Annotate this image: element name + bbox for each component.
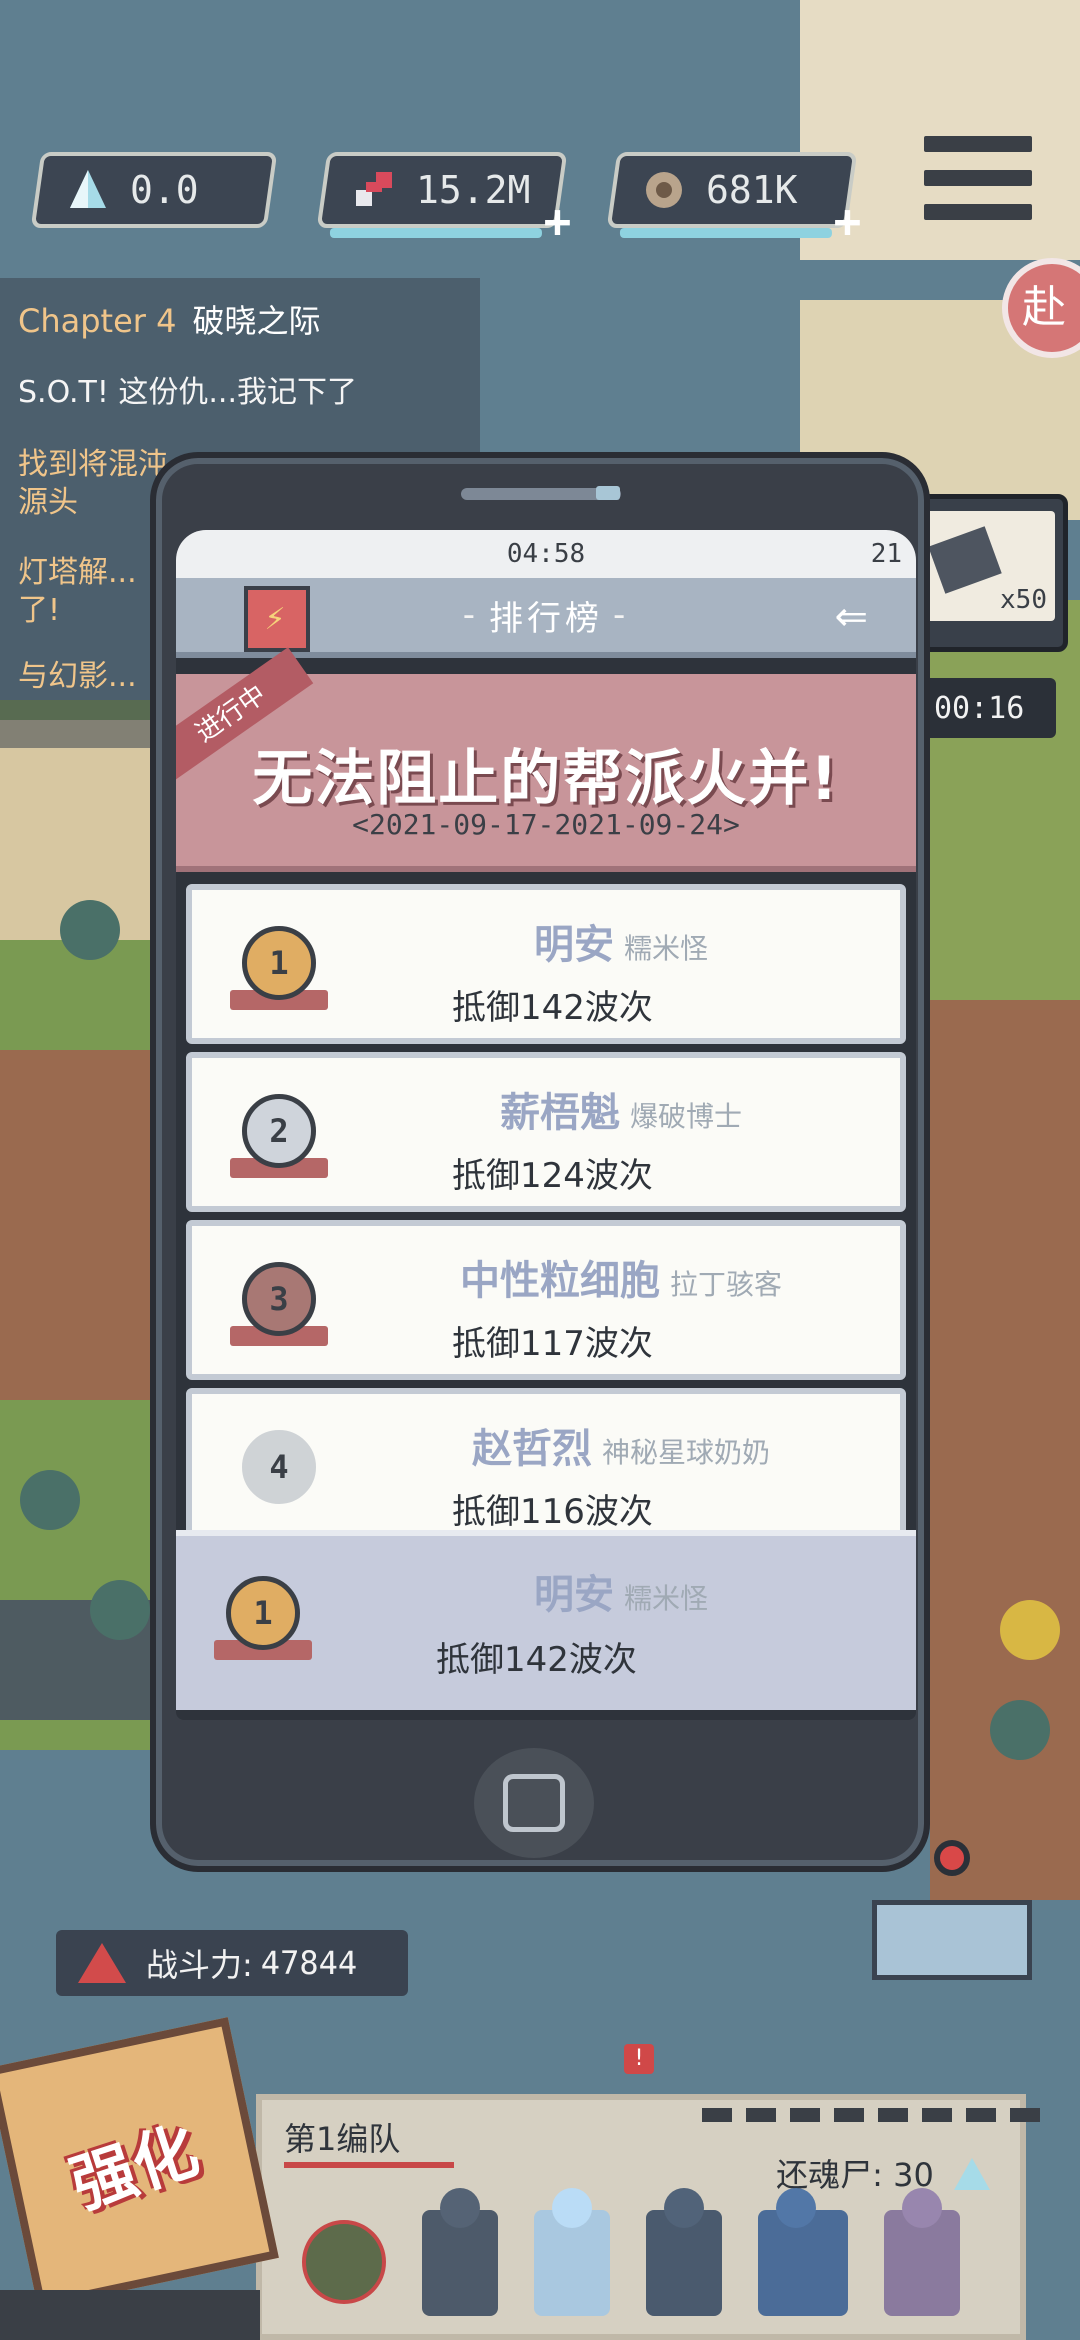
player-name: 中性粒细胞 xyxy=(459,1258,660,1304)
crystal-icon xyxy=(954,2158,990,2190)
zombie-unit[interactable] xyxy=(422,2210,498,2316)
phone-camera xyxy=(596,486,620,500)
menu-icon[interactable] xyxy=(918,128,1038,228)
timer-value: 00:16 xyxy=(934,690,1025,726)
warning-icon xyxy=(78,1943,126,1983)
squad-page-indicator xyxy=(702,2108,1040,2122)
combat-power-value: 47844 xyxy=(260,1944,358,1982)
phone-screen: 04:58 21 ⚡ - 排行榜 - ⇐ 进行中 无法阻止的帮派火并! <202… xyxy=(176,530,916,1720)
crystal-value: 0.0 xyxy=(130,168,199,212)
upgrade-button[interactable]: 强化 xyxy=(0,2017,279,2309)
player-name-line: 薪梧魁 爆破博士 xyxy=(192,1080,900,1138)
dna-bar xyxy=(329,228,542,238)
scrap-counter[interactable]: 681K + xyxy=(606,152,862,248)
player-name-line: 明安 糯米怪 xyxy=(192,912,900,970)
dna-icon xyxy=(348,164,400,216)
dna-value: 15.2M xyxy=(416,168,531,212)
upgrade-label: 强化 xyxy=(62,2113,208,2224)
lightning-icon: ⚡ xyxy=(244,586,310,652)
event-title: 无法阻止的帮派火并! xyxy=(252,744,840,814)
chapter-heading: Chapter 4 破晓之际 xyxy=(18,296,320,342)
tree-icon xyxy=(90,1580,150,1640)
phone-home-button[interactable] xyxy=(474,1748,594,1858)
player-title: 拉丁骇客 xyxy=(669,1268,782,1301)
gift-quantity: x50 xyxy=(1000,585,1047,615)
chapter-number: Chapter 4 xyxy=(18,302,177,340)
player-name-line: 赵哲烈 神秘星球奶奶 xyxy=(192,1416,900,1474)
player-name-line: 中性粒细胞 拉丁骇客 xyxy=(192,1248,900,1306)
dna-counter[interactable]: 15.2M + xyxy=(316,152,572,248)
player-title: 糯米怪 xyxy=(623,1582,708,1615)
leaderboard-header: ⚡ - 排行榜 - ⇐ xyxy=(176,578,916,658)
player-score: 抵御117波次 xyxy=(452,1324,653,1364)
player-name: 明安 xyxy=(533,1572,614,1618)
page-title: 排行榜 xyxy=(489,598,603,639)
quest-item[interactable]: 灯塔解... 了! xyxy=(18,554,137,630)
zombie-unit[interactable] xyxy=(646,2210,722,2316)
my-ranking-row: 1 明安 糯米怪 抵御142波次 xyxy=(176,1530,916,1710)
scrap-bar xyxy=(619,228,832,238)
squad-name[interactable]: 第1编队 xyxy=(284,2114,455,2168)
tree-icon xyxy=(60,900,120,960)
ranking-row[interactable]: 1 明安 糯米怪 抵御142波次 xyxy=(186,884,906,1044)
item-bag-icon xyxy=(928,526,1002,594)
player-score: 抵御142波次 xyxy=(436,1640,637,1680)
back-icon[interactable]: ⇐ xyxy=(834,594,872,640)
add-dna-button[interactable]: + xyxy=(544,194,572,248)
map-icon xyxy=(872,1900,1032,1980)
ranking-list[interactable]: 1 明安 糯米怪 抵御142波次 2 薪梧魁 爆破博士 抵御124波次 3 中性粒细… xyxy=(186,884,906,1556)
player-title: 神秘星球奶奶 xyxy=(601,1436,770,1469)
player-score: 抵御124波次 xyxy=(452,1156,653,1196)
player-name: 薪梧魁 xyxy=(499,1090,620,1136)
tree-icon xyxy=(990,1700,1050,1760)
squad-leader-portrait[interactable] xyxy=(302,2220,386,2304)
crystal-counter[interactable]: 0.0 xyxy=(30,152,278,228)
zombie-unit[interactable] xyxy=(884,2210,960,2316)
squad-panel[interactable]: 第1编队 还魂尸: 30 xyxy=(256,2094,1040,2340)
squad-members[interactable] xyxy=(302,2210,960,2316)
player-title: 爆破博士 xyxy=(629,1100,742,1133)
player-name-line: 明安 糯米怪 xyxy=(176,1562,916,1620)
player-score: 抵御142波次 xyxy=(452,988,653,1028)
event-date: <2021-09-17-2021-09-24> xyxy=(352,808,740,841)
player-name: 明安 xyxy=(533,922,614,968)
crystal-icon xyxy=(62,164,114,216)
status-bar: 04:58 21 xyxy=(176,530,916,578)
tree-icon xyxy=(20,1470,80,1530)
ranking-row[interactable]: 2 薪梧魁 爆破博士 抵御124波次 xyxy=(186,1052,906,1212)
quest-item[interactable]: 与幻影... xyxy=(18,658,137,696)
zombie-unit[interactable] xyxy=(534,2210,610,2316)
ranking-row[interactable]: 3 中性粒细胞 拉丁骇客 抵御117波次 xyxy=(186,1220,906,1380)
add-scrap-button[interactable]: + xyxy=(834,194,862,248)
phone-frame: 04:58 21 ⚡ - 排行榜 - ⇐ 进行中 无法阻止的帮派火并! <202… xyxy=(150,452,930,1872)
tree-icon xyxy=(1000,1600,1060,1660)
souls-counter: 还魂尸: 30 xyxy=(776,2150,990,2196)
chapter-name: 破晓之际 xyxy=(192,302,321,340)
squad-notification-badge: ! xyxy=(624,2044,654,2074)
location-pin-icon xyxy=(934,1840,970,1876)
scrap-icon xyxy=(638,164,690,216)
status-right: 21 xyxy=(870,539,902,569)
player-score: 抵御116波次 xyxy=(452,1492,653,1532)
map-button[interactable] xyxy=(872,1840,1032,1980)
dirt-path-right xyxy=(930,1000,1080,1900)
dirt-path-left xyxy=(0,1050,170,1400)
player-name: 赵哲烈 xyxy=(471,1426,592,1472)
status-time: 04:58 xyxy=(506,539,586,569)
player-title: 糯米怪 xyxy=(623,932,708,965)
scrap-value: 681K xyxy=(706,168,798,212)
quest-item[interactable]: S.O.T! 这份仇...我记下了 xyxy=(18,374,357,412)
zombie-unit[interactable] xyxy=(758,2210,848,2316)
bottom-bar xyxy=(0,2290,260,2340)
ranking-row[interactable]: 4 赵哲烈 神秘星球奶奶 抵御116波次 xyxy=(186,1388,906,1548)
combat-power-label: 战斗力: xyxy=(146,1946,253,1984)
event-banner: 进行中 无法阻止的帮派火并! <2021-09-17-2021-09-24> xyxy=(176,647,916,872)
combat-power-badge: 战斗力: 47844 xyxy=(56,1930,408,1996)
